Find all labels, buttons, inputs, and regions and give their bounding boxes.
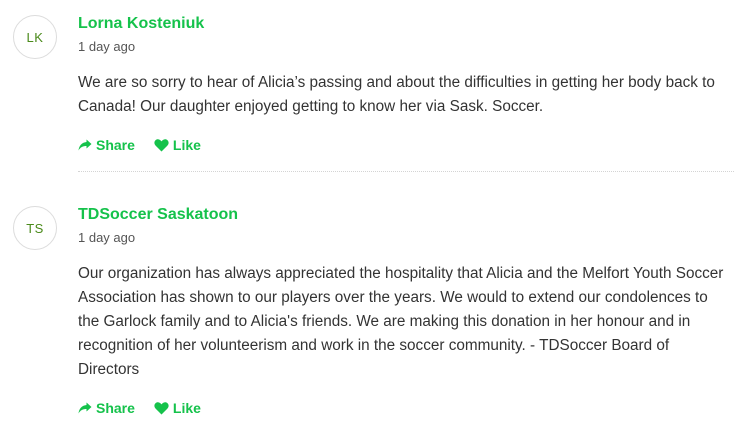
comment-author[interactable]: TDSoccer Saskatoon	[78, 206, 238, 224]
share-arrow-icon	[78, 139, 92, 151]
share-button[interactable]: Share	[78, 137, 135, 153]
share-button[interactable]: Share	[78, 400, 135, 416]
comment-divider	[78, 171, 734, 172]
comment-author[interactable]: Lorna Kosteniuk	[78, 15, 204, 33]
like-button[interactable]: Like	[154, 137, 201, 153]
comment-text: We are so sorry to hear of Alicia’s pass…	[78, 74, 715, 115]
avatar: LK	[13, 15, 57, 59]
avatar: TS	[13, 206, 57, 250]
like-label: Like	[172, 137, 201, 153]
share-arrow-icon	[78, 402, 92, 414]
share-label: Share	[96, 137, 135, 153]
comment-text: Our organization has always appreciated …	[78, 265, 724, 378]
like-label: Like	[172, 400, 201, 416]
heart-icon	[154, 401, 169, 414]
like-button[interactable]: Like	[154, 400, 201, 416]
comment-actions: Share Like	[78, 398, 201, 418]
share-label: Share	[96, 400, 135, 416]
heart-icon	[154, 138, 169, 151]
comment-timestamp: 1 day ago	[78, 39, 136, 54]
comment-actions: Share Like	[78, 135, 201, 155]
comment-timestamp: 1 day ago	[78, 230, 136, 245]
